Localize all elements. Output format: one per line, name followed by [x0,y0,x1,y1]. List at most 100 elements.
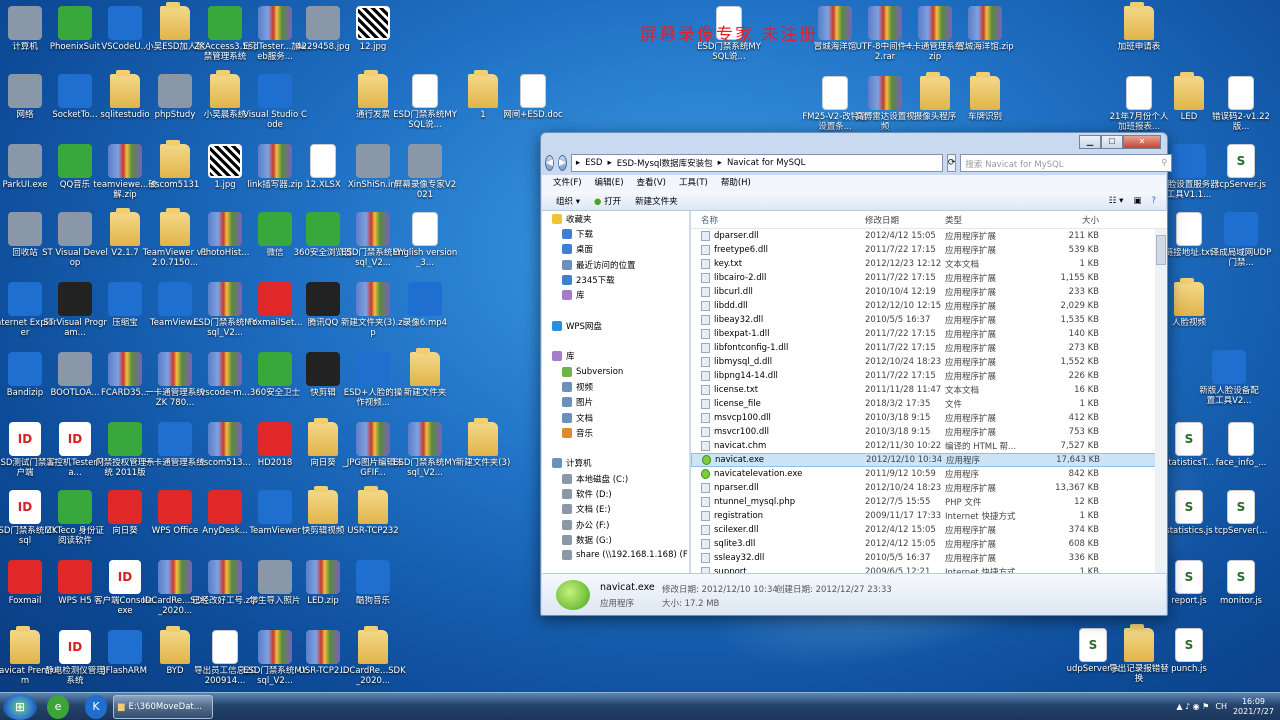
column-date[interactable]: 修改日期 [865,214,945,226]
menu-edit[interactable]: 编辑(E) [595,175,624,191]
desktop-icon[interactable]: 网闸+ESD.doc [500,74,566,120]
desktop-icon[interactable]: 录像6.mp4 [392,282,458,328]
nav-item[interactable]: share (\\192.168.1.168) (F [542,548,689,563]
breadcrumb-esd[interactable]: ESD [585,158,602,168]
file-row[interactable]: libeay32.dll 2010/5/5 16:37 应用程序扩展 1,535 KB [691,313,1167,327]
desktop-icon[interactable]: IDCardRe...SDK_2020... [340,626,406,686]
desktop-icon[interactable]: 新建文件夹(3) [450,418,516,468]
nav-item[interactable]: 数据 (G:) [542,532,689,547]
title-bar[interactable]: ▁ ☐ ✕ [541,133,1167,151]
nav-item[interactable]: Subversion [542,364,689,379]
file-row[interactable]: ntunnel_mysql.php 2012/7/5 15:55 PHP 文件 12 … [691,495,1167,509]
language-indicator[interactable]: CH [1215,702,1227,711]
nav-item[interactable]: 最近访问的位置 [542,257,689,272]
desktop-icon[interactable]: 错误码2-v1.22版... [1208,76,1274,132]
nav-item[interactable]: 下载 [542,226,689,241]
menu-help[interactable]: 帮助(H) [721,175,751,191]
menu-view[interactable]: 查看(V) [637,175,666,191]
open-button[interactable]: ● 打开 [594,195,621,207]
desktop-icon[interactable]: 12.jpg [340,6,406,52]
nav-item[interactable]: 收藏夹 [542,211,689,226]
desktop-icon[interactable]: ESD门禁系统MYsql_V2... [392,422,458,478]
file-row[interactable]: libmysql_d.dll 2012/10/24 18:23 应用程序扩展 1,55… [691,355,1167,369]
desktop-icon[interactable]: 加班申请表 [1106,2,1172,52]
desktop-icon[interactable]: StcpServer.js [1208,144,1274,190]
nav-item[interactable]: WPS网盘 [542,318,689,333]
maximize-button[interactable]: ☐ [1101,135,1123,149]
desktop-icon[interactable]: Visual Studio Code [242,74,308,130]
breadcrumb-navicat[interactable]: Navicat for MySQL [727,158,805,168]
file-row[interactable]: support 2009/6/5 12:21 Internet 快捷方式 1 KB [691,565,1167,573]
file-row[interactable]: scilexer.dll 2012/4/12 15:05 应用程序扩展 374 KB [691,523,1167,537]
kugou-icon[interactable]: K [85,694,107,719]
nav-item[interactable]: 文档 (E:) [542,502,689,517]
file-row[interactable]: libdd.dll 2012/12/10 12:15 应用程序扩展 2,029 KB [691,299,1167,313]
close-button[interactable]: ✕ [1123,135,1161,149]
file-row[interactable]: navicat.chm 2012/11/30 10:22 编译的 HTML 帮...… [691,439,1167,453]
start-button[interactable]: ⊞ [3,693,37,720]
file-row[interactable]: navicat.exe 2012/12/10 10:34 应用程序 17,643 KB [691,453,1167,467]
desktop-icon[interactable]: face_info_... [1208,422,1274,468]
nav-item[interactable]: 软件 (D:) [542,486,689,501]
menu-tools[interactable]: 工具(T) [679,175,708,191]
nav-item[interactable]: 桌面 [542,242,689,257]
file-row[interactable]: registration 2009/11/17 17:33 Internet 快捷方… [691,509,1167,523]
file-row[interactable]: libexpat-1.dll 2011/7/22 17:15 应用程序扩展 140 K… [691,327,1167,341]
file-row[interactable]: msvcr100.dll 2010/3/18 9:15 应用程序扩展 753 KB [691,425,1167,439]
file-row[interactable]: libfontconfig-1.dll 2011/7/22 17:15 应用程序扩展… [691,341,1167,355]
forward-icon[interactable]: ▶ [557,155,567,171]
file-row[interactable]: freetype6.dll 2011/7/22 17:15 应用程序扩展 539 KB [691,243,1167,257]
nav-item[interactable]: 文档 [542,410,689,425]
desktop-icon[interactable]: English version_3... [392,212,458,268]
file-row[interactable]: ssleay32.dll 2010/5/5 16:37 应用程序扩展 336 KB [691,551,1167,565]
clock[interactable]: 16:09 2021/7/27 [1233,697,1274,717]
help-icon[interactable]: ? [1151,196,1156,206]
file-row[interactable]: msvcp100.dll 2010/3/18 9:15 应用程序扩展 412 KB [691,411,1167,425]
desktop-icon[interactable]: ESD门禁系统MYSQL说... [392,74,458,130]
organize-button[interactable]: 组织 ▾ [556,195,580,207]
nav-item[interactable]: 办公 (F:) [542,517,689,532]
scrollbar[interactable] [1155,229,1167,573]
menu-file[interactable]: 文件(F) [553,175,582,191]
nav-item[interactable]: 计算机 [542,456,689,471]
desktop-icon[interactable]: StcpServer(... [1208,490,1274,536]
file-row[interactable]: license_file 2018/3/2 17:35 文件 1 KB [691,397,1167,411]
tray-icons[interactable]: ▲ ♪ ◉ ⚑ [1176,702,1209,711]
nav-item[interactable]: 库 [542,349,689,364]
nav-item[interactable]: 图片 [542,395,689,410]
file-row[interactable]: libcurl.dll 2010/10/4 12:19 应用程序扩展 233 KB [691,285,1167,299]
column-name[interactable]: 名称 [691,214,865,226]
desktop-icon[interactable]: 车牌识别 [952,72,1018,122]
view-options-icon[interactable]: ☷ ▾ [1109,196,1124,206]
file-row[interactable]: key.txt 2012/12/23 12:12 文本文档 1 KB [691,257,1167,271]
file-row[interactable]: libcairo-2.dll 2011/7/22 17:15 应用程序扩展 1,155… [691,271,1167,285]
file-row[interactable]: navicatelevation.exe 2011/9/12 10:59 应用程序 8… [691,467,1167,481]
address-bar[interactable]: ▸ ESD ▸ ESD-Mysql数据库安装包 ▸ Navicat for MySQ… [570,154,943,172]
nav-item[interactable]: 本地磁盘 (C:) [542,471,689,486]
desktop-icon[interactable]: 酷狗音乐 [340,560,406,606]
desktop-icon[interactable]: Spunch.js [1156,628,1222,674]
file-row[interactable]: libpng14-14.dll 2011/7/22 17:15 应用程序扩展 226 … [691,369,1167,383]
file-row[interactable]: dparser.dll 2012/4/12 15:05 应用程序扩展 211 KB [691,229,1167,243]
file-row[interactable]: sqlite3.dll 2012/4/12 15:05 应用程序扩展 608 KB [691,537,1167,551]
nav-item[interactable]: 库 [542,287,689,302]
nav-item[interactable]: 音乐 [542,425,689,440]
refresh-icon[interactable]: ⟳ [946,154,957,172]
new-folder-button[interactable]: 新建文件夹 [635,195,678,207]
nav-item[interactable]: 2345下载 [542,272,689,287]
search-input[interactable]: 搜索 Navicat for MySQL ⚲ [960,154,1173,172]
taskbar-explorer[interactable]: ▆ E:\360MoveDat... [113,694,213,719]
browser-360-icon[interactable]: e [47,694,69,719]
breadcrumb-mysql[interactable]: ESD-Mysql数据库安装包 [617,157,713,169]
column-size[interactable]: 大小 [1029,214,1099,226]
column-type[interactable]: 类型 [945,214,1029,226]
file-row[interactable]: license.txt 2011/11/28 11:47 文本文档 16 KB [691,383,1167,397]
desktop-icon[interactable]: Smonitor.js [1208,560,1274,606]
back-icon[interactable]: ◀ [545,155,554,171]
desktop-icon[interactable]: USR-TCP232 [340,486,406,536]
explorer-window[interactable]: ▁ ☐ ✕ ◀ ▶ ▸ ESD ▸ ESD-Mysql数据库安装包 ▸ Navica… [540,132,1173,616]
desktop-icon[interactable]: 屏幕录像专家V2021 [392,144,458,200]
preview-pane-icon[interactable]: ▣ [1133,196,1141,206]
desktop-icon[interactable]: 泽成局域网UDP门禁... [1208,212,1274,268]
minimize-button[interactable]: ▁ [1079,135,1101,149]
